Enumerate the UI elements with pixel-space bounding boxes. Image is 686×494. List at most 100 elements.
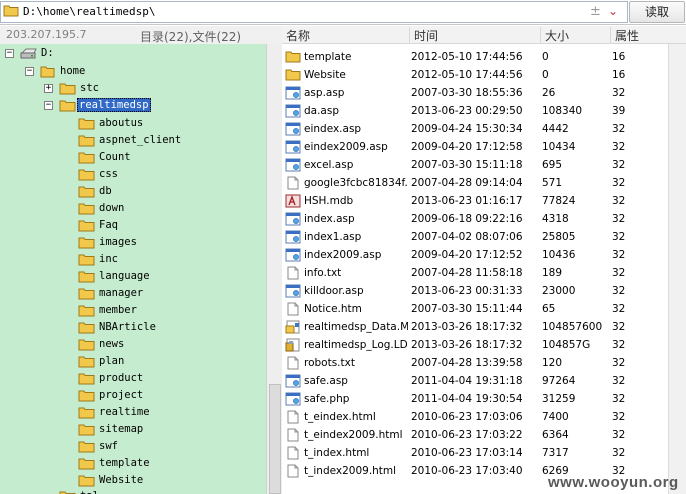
tree-node-language[interactable]: language (0, 268, 260, 285)
file-row[interactable]: index1.asp 2007-04-02 08:07:06 25805 32 (282, 228, 668, 246)
file-row[interactable]: da.asp 2013-06-23 00:29:50 108340 39 (282, 102, 668, 120)
file-row[interactable]: eindex.asp 2009-04-24 15:30:34 4442 32 (282, 120, 668, 138)
tree-node-product[interactable]: product (0, 370, 260, 387)
file-name[interactable]: index1.asp (304, 231, 408, 243)
file-attr: 39 (612, 105, 626, 117)
file-attr: 32 (612, 267, 626, 279)
file-name[interactable]: info.txt (304, 267, 408, 279)
file-name[interactable]: killdoor.asp (304, 285, 408, 297)
file-row[interactable]: template 2012-05-10 17:44:56 0 16 (282, 48, 668, 66)
file-name[interactable]: realtimedsp_Log.LDF (304, 339, 408, 351)
tree-node-manager[interactable]: manager (0, 285, 260, 302)
file-row[interactable]: realtimedsp_Data.M... 2013-03-26 18:17:32… (282, 318, 668, 336)
tree-node-member[interactable]: member (0, 302, 260, 319)
tree-node-news[interactable]: news (0, 336, 260, 353)
collapse-icon[interactable]: − (25, 67, 34, 76)
file-row[interactable]: info.txt 2007-04-28 11:58:18 189 32 (282, 264, 668, 282)
tree-node-swf[interactable]: swf (0, 438, 260, 455)
file-row[interactable]: index.asp 2009-06-18 09:22:16 4318 32 (282, 210, 668, 228)
file-attr: 32 (612, 249, 626, 261)
tree-label: css (99, 168, 118, 180)
file-row[interactable]: realtimedsp_Log.LDF 2013-03-26 18:17:32 10… (282, 336, 668, 354)
tree-scroll-thumb[interactable] (269, 384, 281, 494)
file-name[interactable]: eindex.asp (304, 123, 408, 135)
file-name[interactable]: realtimedsp_Data.M... (304, 321, 408, 333)
file-size: 108340 (542, 105, 583, 117)
file-name[interactable]: excel.asp (304, 159, 408, 171)
file-name[interactable]: HSH.mdb (304, 195, 408, 207)
file-row[interactable]: google3fcbc81834f... 2007-04-28 09:14:04 5… (282, 174, 668, 192)
file-name[interactable]: robots.txt (304, 357, 408, 369)
file-row[interactable]: t_eindex2009.html 2010-06-23 17:03:22 6364… (282, 426, 668, 444)
tree-node-stc[interactable]: + stc (0, 80, 260, 97)
tree-node-images[interactable]: images (0, 234, 260, 251)
file-size: 120 (542, 357, 563, 369)
plus-minus-icon[interactable]: ± (590, 4, 601, 19)
tree-node-aspnet_client[interactable]: aspnet_client (0, 132, 260, 149)
tree-node-realtimedsp[interactable]: − realtimedsp (0, 97, 260, 114)
file-row[interactable]: HSH.mdb 2013-06-23 01:16:17 77824 32 (282, 192, 668, 210)
file-name[interactable]: template (304, 51, 408, 63)
tree-node-sitemap[interactable]: sitemap (0, 421, 260, 438)
file-name[interactable]: Website (304, 69, 408, 81)
collapse-icon[interactable]: − (44, 101, 53, 110)
file-time: 2007-04-28 13:39:58 (411, 357, 523, 369)
file-row[interactable]: killdoor.asp 2013-06-23 00:31:33 23000 32 (282, 282, 668, 300)
file-name[interactable]: t_eindex2009.html (304, 429, 408, 441)
column-attr[interactable]: 属性 (610, 27, 686, 43)
column-size[interactable]: 大小 (540, 27, 610, 43)
tree-node-count[interactable]: Count (0, 149, 260, 166)
file-name[interactable]: safe.asp (304, 375, 408, 387)
tree-node-template[interactable]: template (0, 455, 260, 472)
tree-node-drive[interactable]: − D: (0, 45, 260, 62)
tree-node-nbarticle[interactable]: NBArticle (0, 319, 260, 336)
tree-node-css[interactable]: css (0, 166, 260, 183)
file-name[interactable]: t_index2009.html (304, 465, 408, 477)
tree-scrollbar[interactable] (266, 44, 282, 494)
file-row[interactable]: eindex2009.asp 2009-04-20 17:12:58 10434 32 (282, 138, 668, 156)
tree-node-faq[interactable]: Faq (0, 217, 260, 234)
folder-icon (78, 152, 95, 164)
file-attr: 32 (612, 303, 626, 315)
file-row[interactable]: t_eindex.html 2010-06-23 17:03:06 7400 32 (282, 408, 668, 426)
file-name[interactable]: Notice.htm (304, 303, 408, 315)
tree-node-partial[interactable]: tal (0, 488, 260, 494)
expand-icon[interactable]: + (44, 84, 53, 93)
file-list-scrollbar[interactable] (668, 44, 686, 494)
file-row[interactable]: safe.asp 2011-04-04 19:31:18 97264 32 (282, 372, 668, 390)
file-name[interactable]: asp.asp (304, 87, 408, 99)
tree-node-aboutus[interactable]: aboutus (0, 115, 260, 132)
file-name[interactable]: index.asp (304, 213, 408, 225)
file-row[interactable]: Notice.htm 2007-03-30 15:11:44 65 32 (282, 300, 668, 318)
file-name[interactable]: t_eindex.html (304, 411, 408, 423)
chevron-down-icon[interactable]: ⌄ (608, 4, 618, 18)
file-name[interactable]: google3fcbc81834f... (304, 177, 408, 189)
tree-label: manager (99, 287, 144, 299)
collapse-icon[interactable]: − (5, 49, 14, 58)
column-name[interactable]: 名称 (282, 27, 409, 43)
file-name[interactable]: safe.php (304, 393, 408, 405)
file-row[interactable]: index2009.asp 2009-04-20 17:12:52 10436 32 (282, 246, 668, 264)
file-row[interactable]: asp.asp 2007-03-30 18:55:36 26 32 (282, 84, 668, 102)
file-row[interactable]: t_index.html 2010-06-23 17:03:14 7317 32 (282, 444, 668, 462)
tree-node-inc[interactable]: inc (0, 251, 260, 268)
file-name[interactable]: index2009.asp (304, 249, 408, 261)
read-button[interactable]: 读取 (629, 1, 685, 23)
file-name[interactable]: da.asp (304, 105, 408, 117)
tree-node-db[interactable]: db (0, 183, 260, 200)
tree-node-down[interactable]: down (0, 200, 260, 217)
file-name[interactable]: t_index.html (304, 447, 408, 459)
file-row[interactable]: excel.asp 2007-03-30 15:11:18 695 32 (282, 156, 668, 174)
tree-node-realtime[interactable]: realtime (0, 404, 260, 421)
file-row[interactable]: Website 2012-05-10 17:44:56 0 16 (282, 66, 668, 84)
tree-node-website[interactable]: Website (0, 472, 260, 489)
asp-file-icon (285, 284, 301, 301)
tree-node-project[interactable]: project (0, 387, 260, 404)
column-time[interactable]: 时间 (409, 27, 540, 43)
tree-node-plan[interactable]: plan (0, 353, 260, 370)
file-row[interactable]: safe.php 2011-04-04 19:30:54 31259 32 (282, 390, 668, 408)
file-row[interactable]: robots.txt 2007-04-28 13:39:58 120 32 (282, 354, 668, 372)
tree-node-home[interactable]: − home (0, 63, 260, 80)
file-attr: 32 (612, 141, 626, 153)
file-name[interactable]: eindex2009.asp (304, 141, 408, 153)
